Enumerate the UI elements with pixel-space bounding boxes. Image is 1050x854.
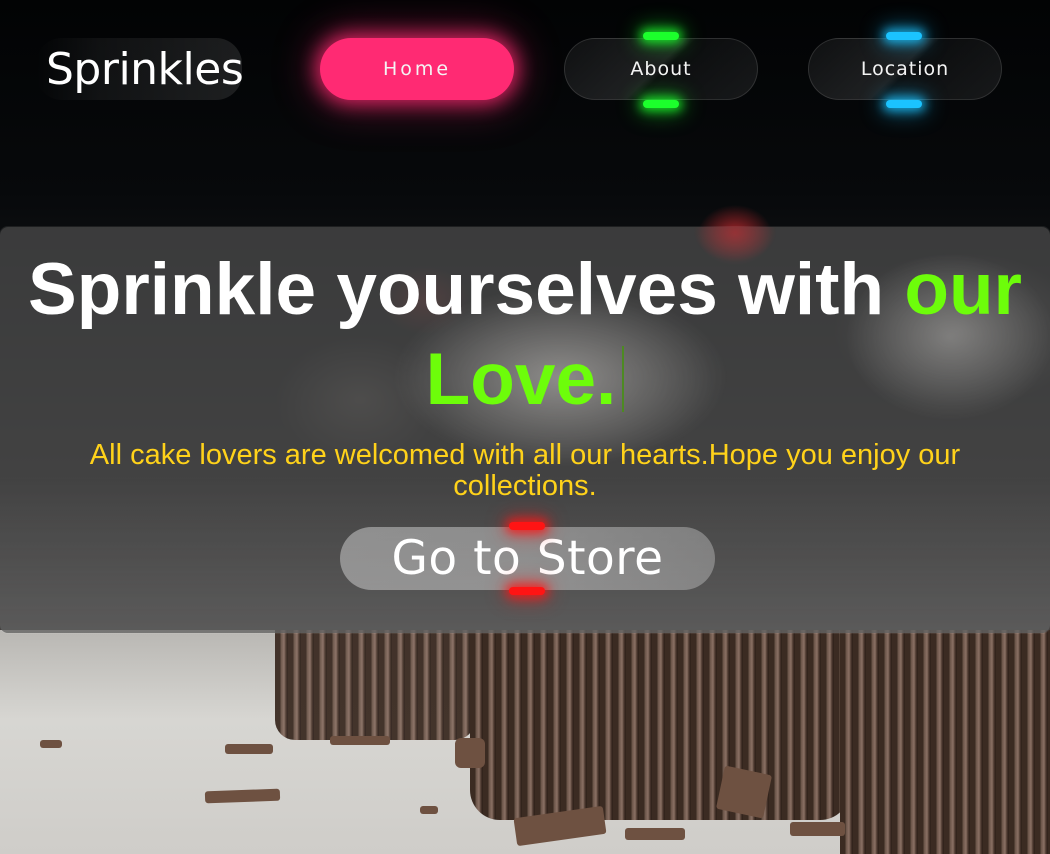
nav-about-button[interactable]: About bbox=[564, 38, 758, 100]
cupcake-liner-right bbox=[840, 630, 1050, 854]
brand-name: Sprinkles bbox=[46, 44, 244, 95]
cake-crumb bbox=[790, 822, 845, 836]
store-glow-bottom bbox=[509, 587, 545, 595]
about-glow-bottom bbox=[643, 100, 679, 108]
cupcake-liner-center bbox=[470, 630, 850, 820]
store-glow-top bbox=[509, 522, 545, 530]
cupcake-liner-left bbox=[275, 630, 475, 740]
location-glow-bottom bbox=[886, 100, 922, 108]
nav-home-button[interactable]: Home bbox=[320, 38, 514, 100]
cake-crumb bbox=[330, 736, 390, 745]
nav-location-button[interactable]: Location bbox=[808, 38, 1002, 100]
headline-text: Sprinkle yourselves with bbox=[28, 249, 905, 330]
hero-headline: Sprinkle yourselves with our Love. bbox=[0, 245, 1050, 425]
headline-accent-our: our bbox=[904, 249, 1022, 330]
typing-caret bbox=[622, 346, 625, 412]
location-glow-top bbox=[886, 32, 922, 40]
cake-crumb bbox=[225, 744, 273, 754]
hero-panel: Sprinkle yourselves with our Love. All c… bbox=[0, 227, 1050, 633]
brand-logo[interactable]: Sprinkles bbox=[36, 38, 244, 100]
headline-accent-love: Love. bbox=[425, 339, 617, 420]
cake-crumb bbox=[40, 740, 62, 748]
hero-subtitle: All cake lovers are welcomed with all ou… bbox=[89, 439, 961, 502]
cake-crumb bbox=[455, 738, 485, 768]
cake-crumb bbox=[625, 828, 685, 840]
go-to-store-button[interactable]: Go to Store bbox=[340, 527, 715, 590]
cake-crumb bbox=[420, 806, 438, 814]
about-glow-top bbox=[643, 32, 679, 40]
